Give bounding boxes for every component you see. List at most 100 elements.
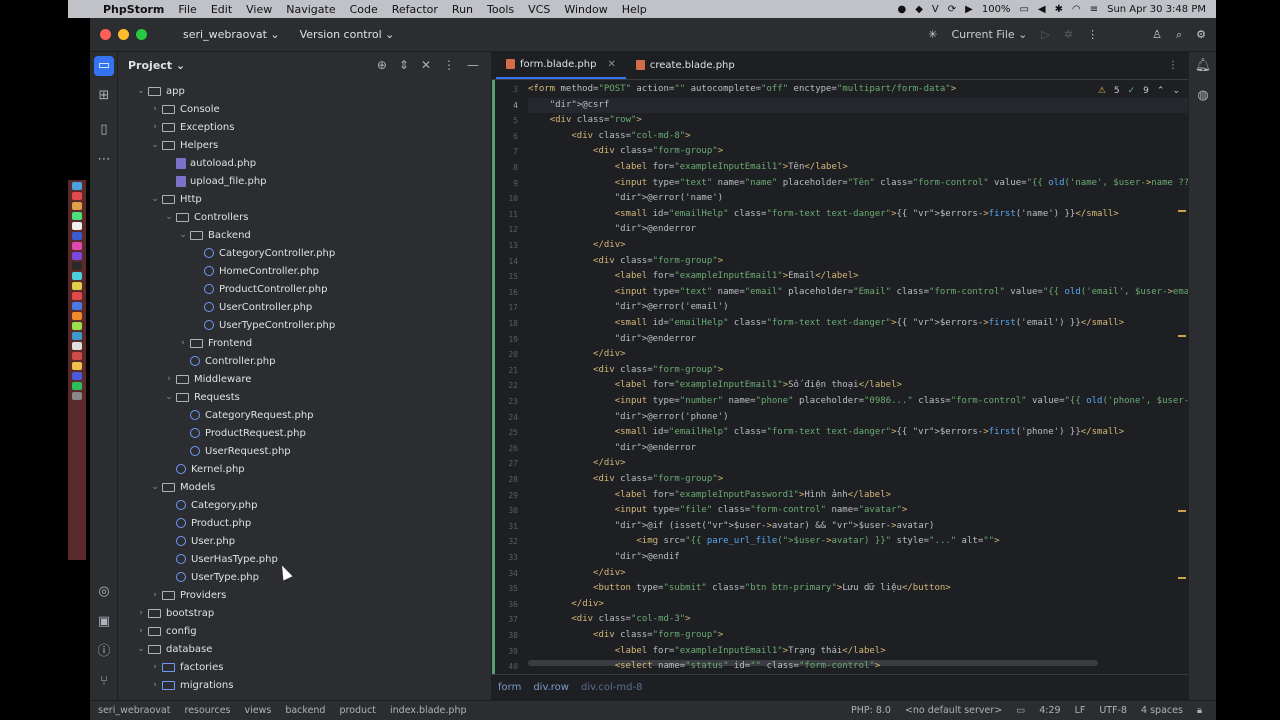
path-item[interactable]: views xyxy=(245,705,272,716)
terminal-icon[interactable]: ▣ xyxy=(94,612,114,632)
code-line[interactable]: <form method="POST" action="" autocomple… xyxy=(528,82,956,98)
tree-file[interactable]: UserRequest.php xyxy=(176,442,291,460)
dock-app-icon[interactable] xyxy=(72,182,82,190)
menu-phpstorm[interactable]: PhpStorm xyxy=(96,3,171,16)
close-window-button[interactable] xyxy=(100,29,111,40)
chevron-down-icon[interactable]: ⌄ xyxy=(148,194,162,204)
chevron-down-icon[interactable]: ⌄ xyxy=(162,392,176,402)
menu-view[interactable]: View xyxy=(239,3,279,16)
tree-file[interactable]: User.php xyxy=(162,532,235,550)
tree-folder[interactable]: ⌄ Controllers xyxy=(162,208,248,226)
chevron-right-icon[interactable]: › xyxy=(148,590,162,600)
menu-help[interactable]: Help xyxy=(615,3,654,16)
caret-position[interactable]: 4:29 xyxy=(1039,705,1060,716)
code-line[interactable]: <img src="{{ pare_url_file(">$user->avat… xyxy=(528,534,999,550)
bookmarks-icon[interactable]: ▯ xyxy=(94,120,114,140)
problems-icon[interactable]: ⓘ xyxy=(94,642,114,662)
app-status-icon[interactable]: ◆ xyxy=(915,4,923,15)
code-line[interactable]: </div> xyxy=(528,456,626,472)
chevron-right-icon[interactable]: › xyxy=(134,626,148,636)
chevron-down-icon[interactable]: ⌄ xyxy=(162,212,176,222)
code-line[interactable]: </div> xyxy=(528,347,626,363)
code-line[interactable]: <select name="status" id="" class="form-… xyxy=(528,659,881,674)
tree-file[interactable]: ProductRequest.php xyxy=(176,424,306,442)
dock-app-icon[interactable] xyxy=(72,342,82,350)
tree-file[interactable]: UserHasType.php xyxy=(162,550,278,568)
dock-app-icon[interactable] xyxy=(72,212,82,220)
tab-form-blade[interactable]: form.blade.php ✕ xyxy=(496,51,626,79)
menu-file[interactable]: File xyxy=(171,3,203,16)
php-version[interactable]: PHP: 8.0 xyxy=(851,705,891,716)
deployment-server[interactable]: <no default server> xyxy=(905,705,1002,716)
path-item[interactable]: backend xyxy=(285,705,325,716)
dock-app-icon[interactable] xyxy=(72,282,82,290)
chevron-right-icon[interactable]: › xyxy=(148,662,162,672)
tree-folder[interactable]: › bootstrap xyxy=(134,604,214,622)
chevron-down-icon[interactable]: ⌄ xyxy=(134,86,148,96)
tree-file[interactable]: UserController.php xyxy=(190,298,312,316)
code-line[interactable]: "dir">@csrf xyxy=(528,97,1188,114)
tree-file[interactable]: HomeController.php xyxy=(190,262,319,280)
code-line[interactable]: <small id="emailHelp" class="form-text t… xyxy=(528,316,1124,332)
code-line[interactable]: "dir">@enderror xyxy=(528,332,696,348)
clock[interactable]: Sun Apr 30 3:48 PM xyxy=(1107,4,1206,15)
locate-icon[interactable]: ⊕ xyxy=(377,58,387,72)
tree-folder[interactable]: ⌄ app xyxy=(134,82,185,100)
version-control-selector[interactable]: Version control ⌄ xyxy=(300,28,395,41)
dock-app-icon[interactable] xyxy=(72,362,82,370)
more-tools-icon[interactable]: ⋯ xyxy=(94,150,114,170)
tree-file[interactable]: Kernel.php xyxy=(162,460,245,478)
chevron-down-icon[interactable]: ⌄ xyxy=(148,140,162,150)
tree-folder[interactable]: ⌄ Helpers xyxy=(148,136,218,154)
vpn-icon[interactable]: V xyxy=(932,4,939,15)
code-line[interactable]: <button type="submit" class="btn btn-pri… xyxy=(528,581,951,597)
tree-folder[interactable]: › config xyxy=(134,622,196,640)
code-line[interactable]: <div class="col-md-3"> xyxy=(528,612,690,628)
zoom-window-button[interactable] xyxy=(136,29,147,40)
inspection-widget[interactable]: ⚠ 5 ✓ 9 ⌃ ⌄ xyxy=(1098,86,1180,96)
tree-file[interactable]: UserType.php xyxy=(162,568,259,586)
minimize-window-button[interactable] xyxy=(118,29,129,40)
tree-folder[interactable]: › Middleware xyxy=(162,370,251,388)
dock-app-icon[interactable] xyxy=(72,252,82,260)
dock-app-icon[interactable] xyxy=(72,382,82,390)
code-line[interactable]: <small id="emailHelp" class="form-text t… xyxy=(528,425,1124,441)
chevron-right-icon[interactable]: › xyxy=(148,680,162,690)
path-item[interactable]: product xyxy=(339,705,376,716)
code-line[interactable]: <input type="file" class="form-control" … xyxy=(528,503,908,519)
code-line[interactable]: "dir">@error('phone') xyxy=(528,410,729,426)
db-icon[interactable]: ▭ xyxy=(1016,705,1025,716)
tree-folder[interactable]: ⌄ Models xyxy=(148,478,215,496)
chevron-right-icon[interactable]: › xyxy=(134,608,148,618)
tree-file[interactable]: CategoryController.php xyxy=(190,244,335,262)
chevron-up-icon[interactable]: ⌃ xyxy=(1157,86,1165,96)
run-icon[interactable]: ▷ xyxy=(1041,28,1049,41)
breadcrumb-item[interactable]: form xyxy=(498,682,521,693)
code-line[interactable]: <div class="form-group"> xyxy=(528,363,723,379)
code-line[interactable]: <label for="exampleInputEmail1">Tên</lab… xyxy=(528,160,848,176)
code-line[interactable]: <div class="form-group"> xyxy=(528,254,723,270)
tree-folder[interactable]: › Frontend xyxy=(176,334,252,352)
menu-edit[interactable]: Edit xyxy=(204,3,239,16)
dock-app-icon[interactable] xyxy=(72,352,82,360)
chevron-down-icon[interactable]: ⌄ xyxy=(176,230,190,240)
path-item[interactable]: index.blade.php xyxy=(390,705,466,716)
project-selector[interactable]: seri_webraovat ⌄ xyxy=(183,28,280,41)
bug-icon[interactable]: ✳ xyxy=(928,28,937,41)
dock-app-icon[interactable] xyxy=(72,222,82,230)
code-line[interactable]: "dir">@if (isset("vr">$user->avatar) && … xyxy=(528,519,935,535)
menu-refactor[interactable]: Refactor xyxy=(385,3,445,16)
code-line[interactable]: </div> xyxy=(528,566,626,582)
code-line[interactable]: <input type="text" name="email" placehol… xyxy=(528,285,1188,301)
menu-window[interactable]: Window xyxy=(557,3,614,16)
folder-icon[interactable]: ▭ xyxy=(94,56,114,76)
chevron-right-icon[interactable]: › xyxy=(176,338,190,348)
run-config-selector[interactable]: Current File ⌄ xyxy=(951,28,1027,41)
code-line[interactable]: "dir">@endif xyxy=(528,550,680,566)
services-icon[interactable]: ◎ xyxy=(94,582,114,602)
hide-icon[interactable]: — xyxy=(467,58,479,72)
line-separator[interactable]: LF xyxy=(1075,705,1086,716)
dock-app-icon[interactable] xyxy=(72,262,82,270)
breadcrumb-item[interactable]: div.row xyxy=(533,682,569,693)
indent-setting[interactable]: 4 spaces xyxy=(1141,705,1183,716)
